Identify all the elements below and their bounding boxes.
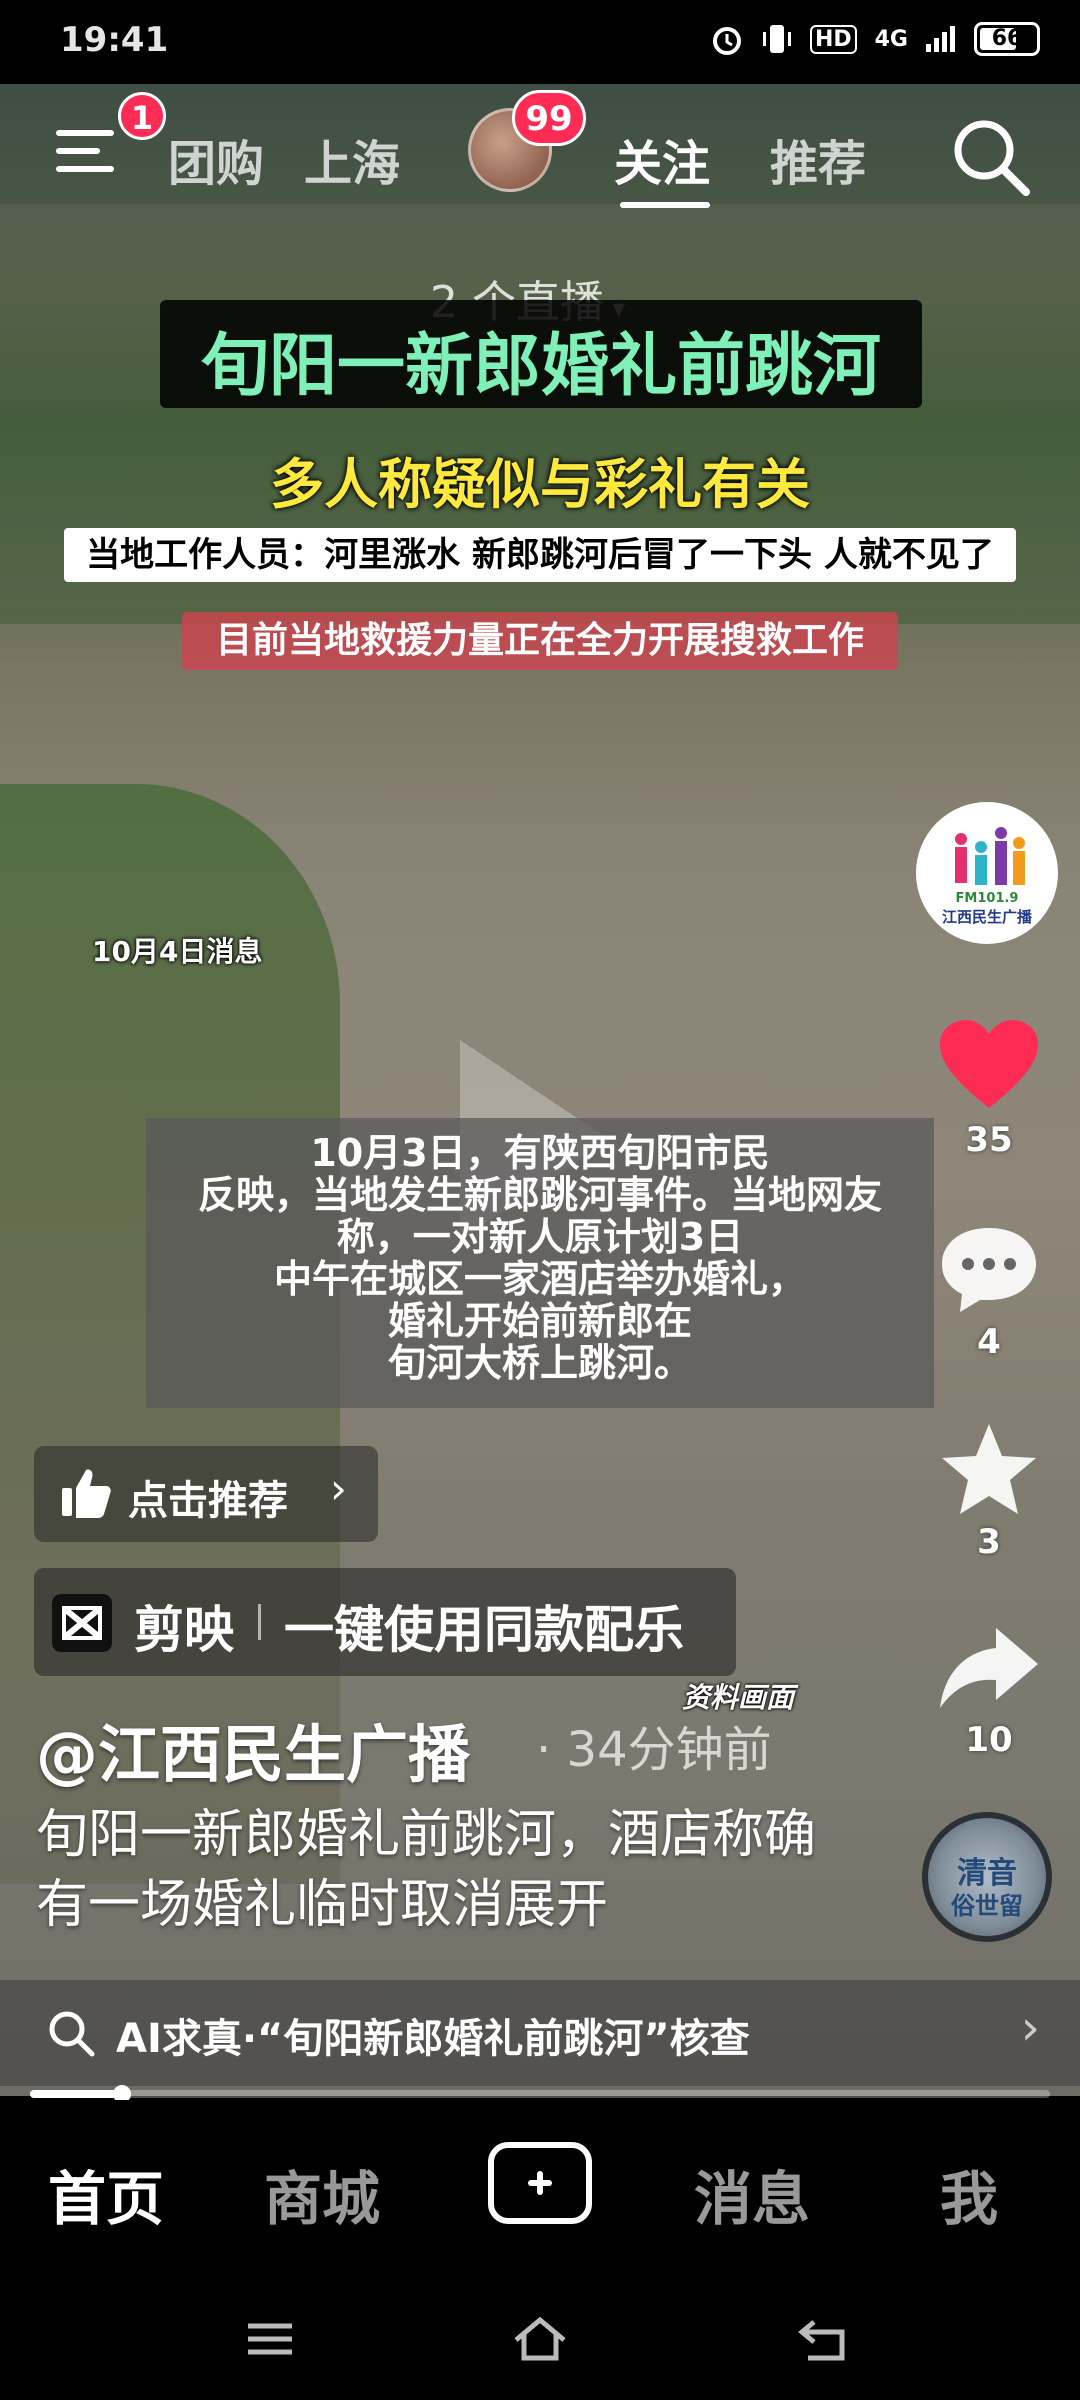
chevron-right-icon: ›	[330, 1464, 347, 1513]
rescue-box: 目前当地救援力量正在全力开展搜救工作	[182, 612, 898, 670]
tab-shanghai[interactable]: 上海	[304, 124, 400, 194]
recents-icon[interactable]	[240, 2314, 300, 2364]
time-separator: ·	[536, 1722, 552, 1778]
status-bar: 19:41 HD 4G 66	[0, 0, 1080, 84]
home-icon[interactable]	[510, 2314, 570, 2364]
station-label: 江西民生广播	[941, 908, 1032, 926]
search-icon[interactable]	[946, 112, 1036, 202]
account-avatar[interactable]: FM101.9 江西民生广播	[916, 802, 1058, 944]
time-ago-text: 34分钟前	[566, 1722, 772, 1778]
signal-icon	[926, 26, 955, 52]
post-description[interactable]: 旬阳一新郎婚礼前跳河，酒店称确有一场婚礼临时取消展开	[36, 1800, 856, 1940]
capcut-divider	[258, 1604, 261, 1640]
capcut-logo-icon	[52, 1594, 112, 1652]
bottom-nav: 首页 商城 消息 我	[0, 2100, 1080, 2270]
quote-text: 当地工作人员：河里涨水 新郎跳河后冒了一下头 人就不见了	[86, 535, 994, 575]
comment-icon[interactable]	[934, 1220, 1044, 1320]
headline-box: 旬阳一新郎婚礼前跳河	[160, 300, 922, 408]
music-disc-line2: 俗世留	[951, 1892, 1023, 1920]
like-count: 35	[965, 1120, 1013, 1160]
thumbs-up-icon	[62, 1469, 111, 1518]
caption-text: 10月3日，有陕西旬阳市民 反映，当地发生新郎跳河事件。当地网友 称，一对新人原…	[197, 1131, 882, 1385]
rescue-text: 目前当地救援力量正在全力开展搜救工作	[215, 620, 864, 661]
date-note: 10月4日消息	[92, 935, 263, 968]
battery-text: 66	[991, 26, 1023, 51]
capcut-banner[interactable]: 剪映 一键使用同款配乐	[34, 1568, 736, 1676]
quote-box: 当地工作人员：河里涨水 新郎跳河后冒了一下头 人就不见了	[64, 528, 1016, 582]
author-name[interactable]: @江西民生广播	[36, 1704, 470, 1794]
recommend-button[interactable]: 点击推荐 ›	[34, 1446, 378, 1542]
tab-group-buy[interactable]: 团购	[168, 124, 264, 194]
system-nav	[0, 2270, 1080, 2400]
post-time: · 34分钟前	[536, 1710, 772, 1780]
heart-icon[interactable]	[934, 1016, 1044, 1116]
subheadline: 多人称疑似与彩礼有关	[270, 453, 810, 516]
active-tab-indicator	[620, 202, 710, 208]
headline: 旬阳一新郎婚礼前跳河	[200, 327, 881, 406]
tab-following[interactable]: 关注	[614, 124, 710, 194]
alarm-icon	[712, 27, 741, 55]
share-count: 10	[965, 1720, 1013, 1760]
ai-fact-check-bar[interactable]: AI求真·“旬阳新郎婚礼前跳河”核查 ›	[0, 1980, 1080, 2086]
tab-messages[interactable]: 消息	[694, 2152, 810, 2236]
comment-count: 4	[977, 1322, 1001, 1362]
tab-recommend[interactable]: 推荐	[770, 124, 866, 194]
star-icon[interactable]	[934, 1420, 1044, 1520]
battery-icon: 66	[974, 22, 1040, 56]
video-progress-bar[interactable]	[30, 2085, 1050, 2103]
ai-fact-check-label: AI求真·“旬阳新郎婚礼前跳河”核查	[116, 2016, 750, 2062]
menu-button[interactable]	[56, 124, 120, 180]
station-logo-icon	[955, 827, 1025, 885]
chevron-right-icon: ›	[1020, 2000, 1040, 2056]
tab-home[interactable]: 首页	[48, 2152, 164, 2236]
station-frequency: FM101.9	[955, 891, 1019, 906]
tab-me[interactable]: 我	[940, 2152, 998, 2236]
capcut-app-name: 剪映	[134, 1601, 234, 1659]
video-progress-fill	[30, 2090, 122, 2098]
music-disc[interactable]: 清音 俗世留	[922, 1812, 1052, 1942]
search-icon	[49, 2011, 95, 2057]
hd-label: HD	[809, 24, 857, 54]
tab-mall[interactable]: 商城	[264, 2152, 380, 2236]
favorite-count: 3	[977, 1522, 1001, 1562]
create-button[interactable]	[488, 2142, 592, 2224]
vibrate-icon	[762, 25, 791, 53]
share-icon[interactable]	[934, 1620, 1044, 1720]
menu-badge: 1	[118, 92, 166, 140]
back-icon[interactable]	[794, 2314, 854, 2364]
network-label: 4G	[874, 26, 908, 52]
top-nav: 1 团购 上海 99 关注 推荐	[0, 84, 1080, 224]
status-time: 19:41	[60, 20, 169, 60]
live-badge: 99	[512, 90, 586, 146]
recommend-label: 点击推荐	[128, 1478, 288, 1524]
caption-box: 10月3日，有陕西旬阳市民 反映，当地发生新郎跳河事件。当地网友 称，一对新人原…	[146, 1118, 934, 1408]
status-icons: HD 4G 66	[710, 22, 1040, 56]
capcut-action: 一键使用同款配乐	[284, 1601, 684, 1659]
